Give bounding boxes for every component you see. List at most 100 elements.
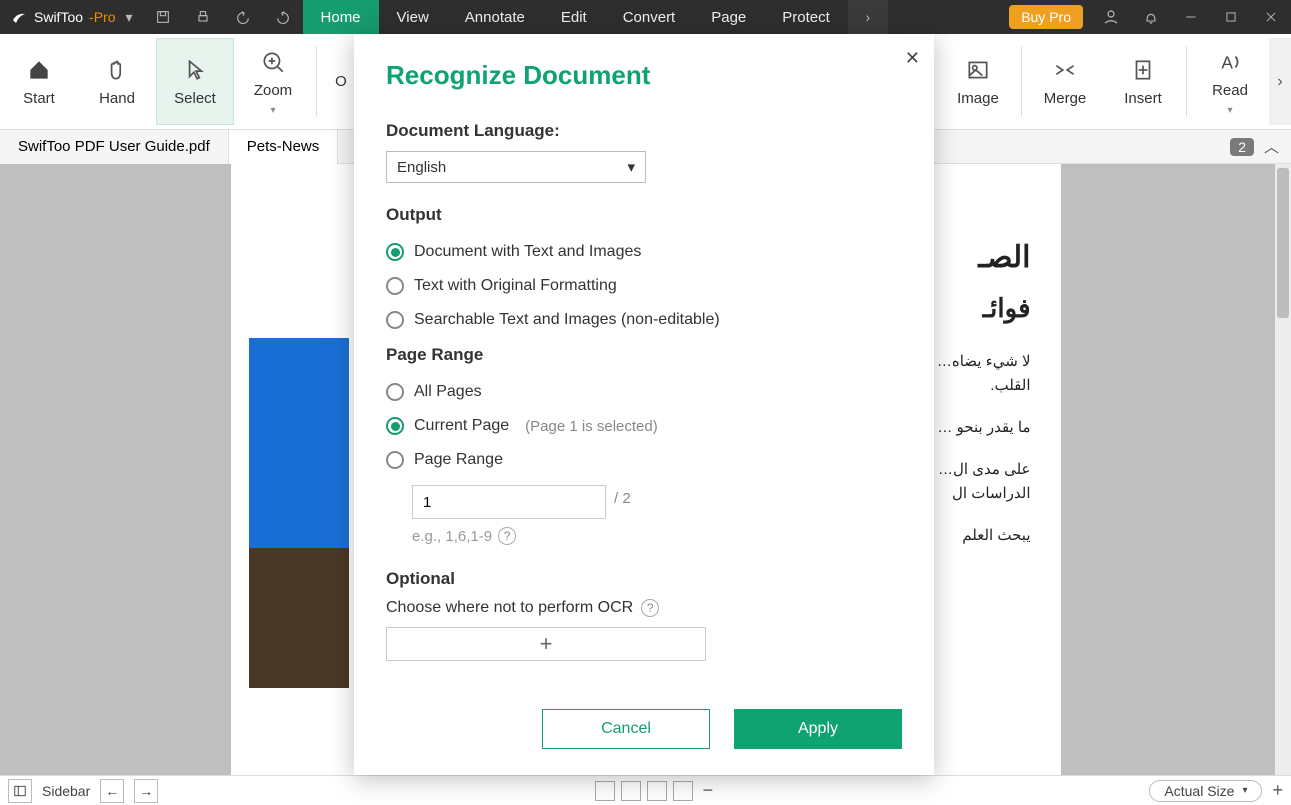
chevron-down-icon: ▾: [627, 158, 635, 176]
ribbon-select[interactable]: Select: [156, 38, 234, 125]
menu-home[interactable]: Home: [303, 0, 379, 34]
redo-icon[interactable]: [263, 0, 303, 34]
radio-icon: [386, 311, 404, 329]
ribbon-read[interactable]: A Read ▾: [1191, 38, 1269, 125]
zoom-in-icon[interactable]: +: [1272, 780, 1283, 801]
chevron-down-icon: ▾: [1227, 105, 1232, 116]
view-continuous-icon[interactable]: [621, 781, 641, 801]
dialog-close-icon[interactable]: ✕: [905, 48, 920, 69]
menu-annotate[interactable]: Annotate: [447, 0, 543, 34]
view-single-icon[interactable]: [595, 781, 615, 801]
account-icon[interactable]: [1091, 0, 1131, 34]
doc-tab-1[interactable]: SwifToo PDF User Guide.pdf: [0, 130, 229, 164]
ribbon-select-label: Select: [174, 90, 216, 107]
scrollbar-thumb[interactable]: [1277, 168, 1289, 318]
app-name-pro: -Pro: [89, 9, 115, 25]
range-all[interactable]: All Pages: [386, 383, 902, 401]
range-current-label: Current Page: [414, 417, 509, 435]
insert-icon: [1129, 56, 1157, 84]
zoom-icon: [259, 48, 287, 76]
vertical-scrollbar[interactable]: [1275, 164, 1291, 775]
radio-icon: [386, 243, 404, 261]
language-value: English: [397, 159, 446, 176]
range-total: / 2: [614, 490, 631, 507]
ribbon-zoom[interactable]: Zoom ▾: [234, 38, 312, 125]
range-all-label: All Pages: [414, 383, 482, 401]
app-logo-icon: [10, 8, 28, 26]
ribbon-hand[interactable]: Hand: [78, 38, 156, 125]
menu-tabs: Home View Annotate Edit Convert Page Pro…: [303, 0, 848, 34]
svg-text:A: A: [1221, 52, 1233, 72]
help-icon[interactable]: ?: [498, 527, 516, 545]
app-name-text: SwifToo: [34, 9, 83, 25]
page-range-input[interactable]: [412, 485, 606, 519]
zoom-out-icon[interactable]: −: [703, 780, 714, 801]
close-window-icon[interactable]: [1251, 0, 1291, 34]
ribbon-merge[interactable]: Merge: [1026, 38, 1104, 125]
ribbon-image[interactable]: Image: [939, 38, 1017, 125]
document-image-placeholder: [249, 338, 349, 688]
minimize-icon[interactable]: [1171, 0, 1211, 34]
ribbon-hand-label: Hand: [99, 90, 135, 107]
output-option-1-label: Document with Text and Images: [414, 243, 641, 261]
sidebar-label[interactable]: Sidebar: [42, 783, 90, 799]
plus-icon: +: [540, 631, 553, 657]
view-facing-icon[interactable]: [647, 781, 667, 801]
range-current[interactable]: Current Page (Page 1 is selected): [386, 417, 902, 435]
sidebar-toggle-icon[interactable]: [8, 779, 32, 803]
ribbon-start-label: Start: [23, 90, 55, 107]
menu-edit[interactable]: Edit: [543, 0, 605, 34]
zoom-mode-dropdown[interactable]: Actual Size ▾: [1149, 780, 1262, 802]
merge-icon: [1051, 56, 1079, 84]
ribbon-insert[interactable]: Insert: [1104, 38, 1182, 125]
menu-protect[interactable]: Protect: [764, 0, 848, 34]
output-option-2[interactable]: Text with Original Formatting: [386, 277, 902, 295]
help-icon[interactable]: ?: [641, 599, 659, 617]
output-option-2-label: Text with Original Formatting: [414, 277, 617, 295]
chevron-down-icon: ▾: [1242, 785, 1247, 796]
range-label: Page Range: [386, 345, 902, 365]
app-name: SwifToo -Pro ▾: [0, 8, 143, 26]
view-grid-icon[interactable]: [673, 781, 693, 801]
read-aloud-icon: A: [1216, 48, 1244, 76]
chevron-down-icon: ▾: [270, 105, 275, 116]
apply-button[interactable]: Apply: [734, 709, 902, 749]
collapse-ribbon-icon[interactable]: ︿: [1264, 136, 1279, 157]
buy-pro-button[interactable]: Buy Pro: [1009, 5, 1083, 29]
range-custom[interactable]: Page Range: [386, 451, 902, 469]
cancel-button[interactable]: Cancel: [542, 709, 710, 749]
cursor-icon: [181, 56, 209, 84]
save-icon[interactable]: [143, 0, 183, 34]
print-icon[interactable]: [183, 0, 223, 34]
ribbon-insert-label: Insert: [1124, 90, 1162, 107]
zoom-mode-label: Actual Size: [1164, 783, 1234, 799]
undo-icon[interactable]: [223, 0, 263, 34]
optional-label: Optional: [386, 569, 902, 589]
ribbon-image-label: Image: [957, 90, 999, 107]
lang-label: Document Language:: [386, 121, 902, 141]
radio-icon: [386, 417, 404, 435]
maximize-icon[interactable]: [1211, 0, 1251, 34]
radio-icon: [386, 277, 404, 295]
menu-convert[interactable]: Convert: [605, 0, 694, 34]
language-dropdown[interactable]: English ▾: [386, 151, 646, 183]
ribbon-overflow[interactable]: ›: [1269, 38, 1291, 125]
radio-icon: [386, 451, 404, 469]
prev-page-icon[interactable]: ←: [100, 779, 124, 803]
app-dropdown-icon[interactable]: ▾: [125, 9, 132, 26]
next-page-icon[interactable]: →: [134, 779, 158, 803]
menu-view[interactable]: View: [379, 0, 447, 34]
hand-icon: [103, 56, 131, 84]
output-option-1[interactable]: Document with Text and Images: [386, 243, 902, 261]
tab-count-badge: 2: [1230, 138, 1254, 156]
radio-icon: [386, 383, 404, 401]
doc-tab-2[interactable]: Pets-News: [229, 130, 339, 164]
range-hint: e.g., 1,6,1-9: [412, 528, 492, 545]
add-exclusion-button[interactable]: +: [386, 627, 706, 661]
bell-icon[interactable]: [1131, 0, 1171, 34]
status-bar: Sidebar ← → − Actual Size ▾ +: [0, 775, 1291, 805]
output-option-3[interactable]: Searchable Text and Images (non-editable…: [386, 311, 902, 329]
ribbon-start[interactable]: Start: [0, 38, 78, 125]
menu-page[interactable]: Page: [693, 0, 764, 34]
menu-overflow-icon[interactable]: ›: [848, 0, 888, 34]
